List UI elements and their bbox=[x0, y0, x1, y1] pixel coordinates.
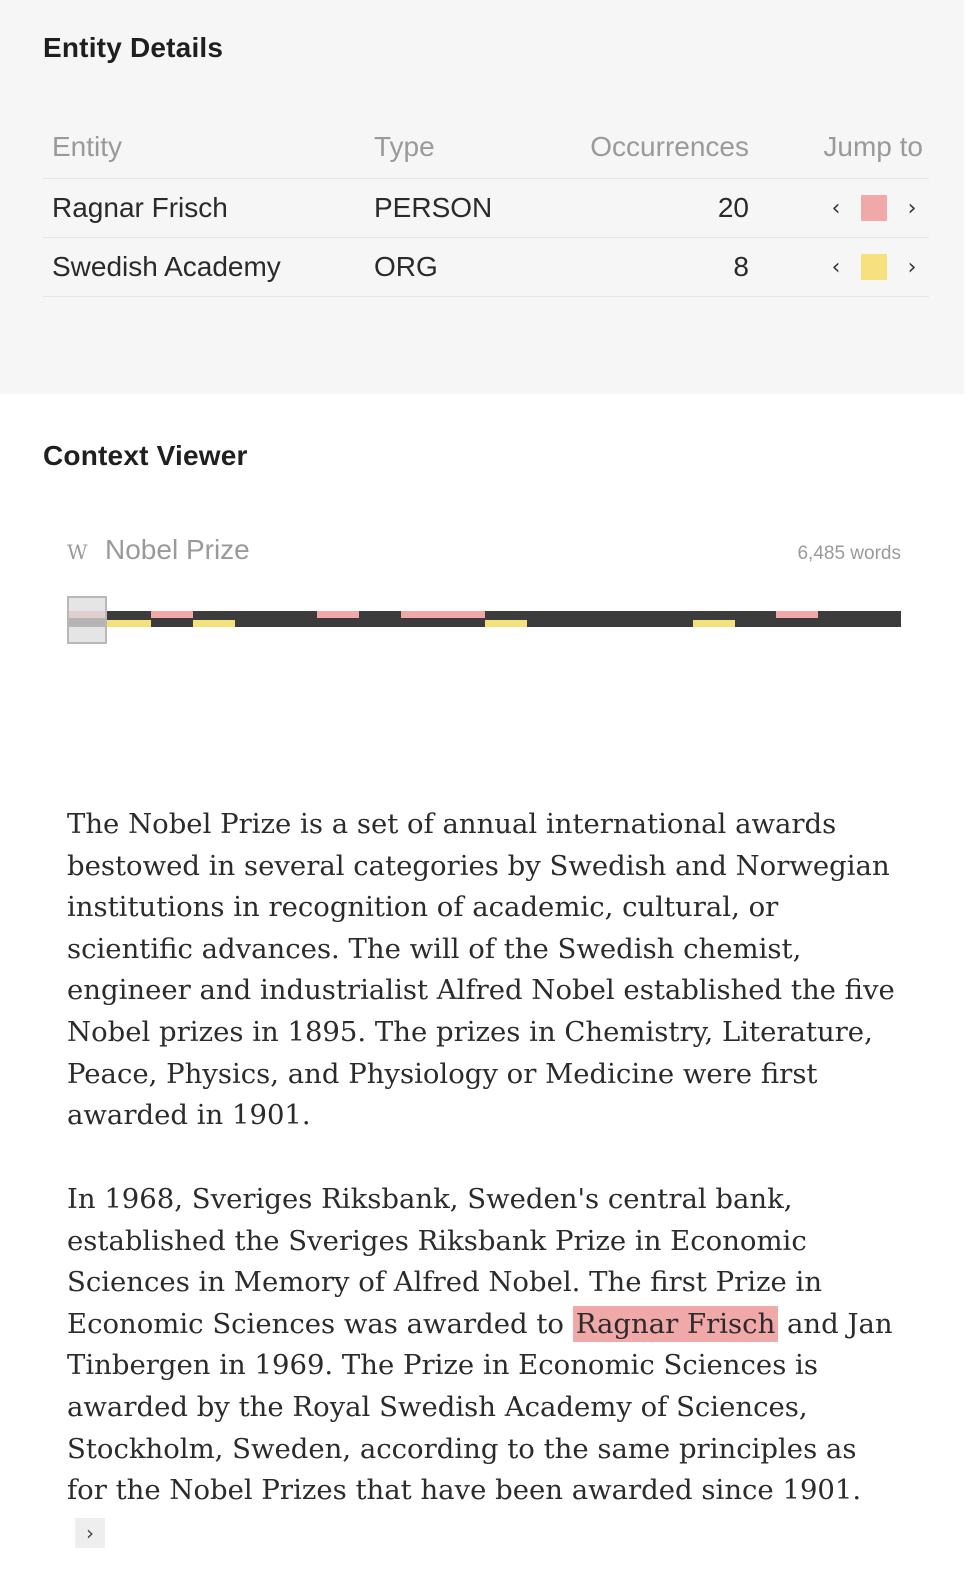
entity-color-swatch bbox=[861, 195, 887, 221]
minimap-person-marker[interactable] bbox=[776, 611, 818, 618]
document-title: Nobel Prize bbox=[105, 534, 250, 565]
entity-table-header: Entity Type Occurrences Jump to bbox=[43, 115, 929, 179]
document-header: W Nobel Prize 6,485 words bbox=[67, 530, 901, 574]
entity-table: Entity Type Occurrences Jump to Ragnar F… bbox=[43, 115, 929, 297]
minimap-org-marker[interactable] bbox=[693, 620, 735, 627]
minimap-viewport-handle[interactable] bbox=[67, 596, 107, 644]
minimap-person-marker[interactable] bbox=[317, 611, 359, 618]
jump-prev-chevron-left-icon[interactable]: ‹ bbox=[827, 255, 845, 280]
next-context-chevron-right-icon[interactable]: › bbox=[75, 1518, 105, 1549]
jump-prev-chevron-left-icon[interactable]: ‹ bbox=[827, 196, 845, 221]
minimap-person-marker[interactable] bbox=[151, 611, 193, 618]
entity-occurrences: 8 bbox=[733, 251, 749, 282]
highlighted-entity-person[interactable]: Ragnar Frisch bbox=[572, 1305, 779, 1342]
table-row[interactable]: Ragnar Frisch PERSON 20 ‹ › bbox=[43, 179, 929, 238]
minimap-org-marker[interactable] bbox=[193, 620, 235, 627]
entity-color-swatch bbox=[861, 254, 887, 280]
minimap-org-marker[interactable] bbox=[107, 620, 151, 627]
column-header-jump-to: Jump to bbox=[823, 130, 923, 162]
entity-occurrences: 20 bbox=[717, 192, 749, 223]
jump-to-controls: ‹ › bbox=[827, 238, 921, 296]
wikipedia-icon: W bbox=[67, 540, 88, 564]
column-header-entity: Entity bbox=[52, 130, 123, 162]
entity-details-title: Entity Details bbox=[43, 32, 224, 63]
entity-type: ORG bbox=[374, 251, 438, 282]
document-minimap[interactable] bbox=[67, 596, 901, 646]
context-paragraph: In 1968, Sveriges Riksbank, Sweden's cen… bbox=[67, 1179, 897, 1553]
jump-next-chevron-right-icon[interactable]: › bbox=[903, 255, 921, 280]
table-row[interactable]: Swedish Academy ORG 8 ‹ › bbox=[43, 238, 929, 297]
column-header-occurrences: Occurrences bbox=[590, 130, 749, 162]
entity-name: Ragnar Frisch bbox=[52, 192, 228, 223]
minimap-person-marker[interactable] bbox=[401, 611, 485, 618]
jump-to-controls: ‹ › bbox=[827, 179, 921, 237]
word-count: 6,485 words bbox=[797, 543, 901, 564]
entity-name: Swedish Academy bbox=[52, 251, 281, 282]
entity-type: PERSON bbox=[374, 192, 493, 223]
context-viewer-title: Context Viewer bbox=[43, 440, 248, 471]
context-paragraph: The Nobel Prize is a set of annual inter… bbox=[67, 808, 895, 1132]
minimap-org-marker[interactable] bbox=[485, 620, 527, 627]
jump-next-chevron-right-icon[interactable]: › bbox=[903, 196, 921, 221]
entity-details-panel: Entity Details Entity Type Occurrences J… bbox=[0, 0, 964, 394]
column-header-type: Type bbox=[374, 130, 435, 162]
